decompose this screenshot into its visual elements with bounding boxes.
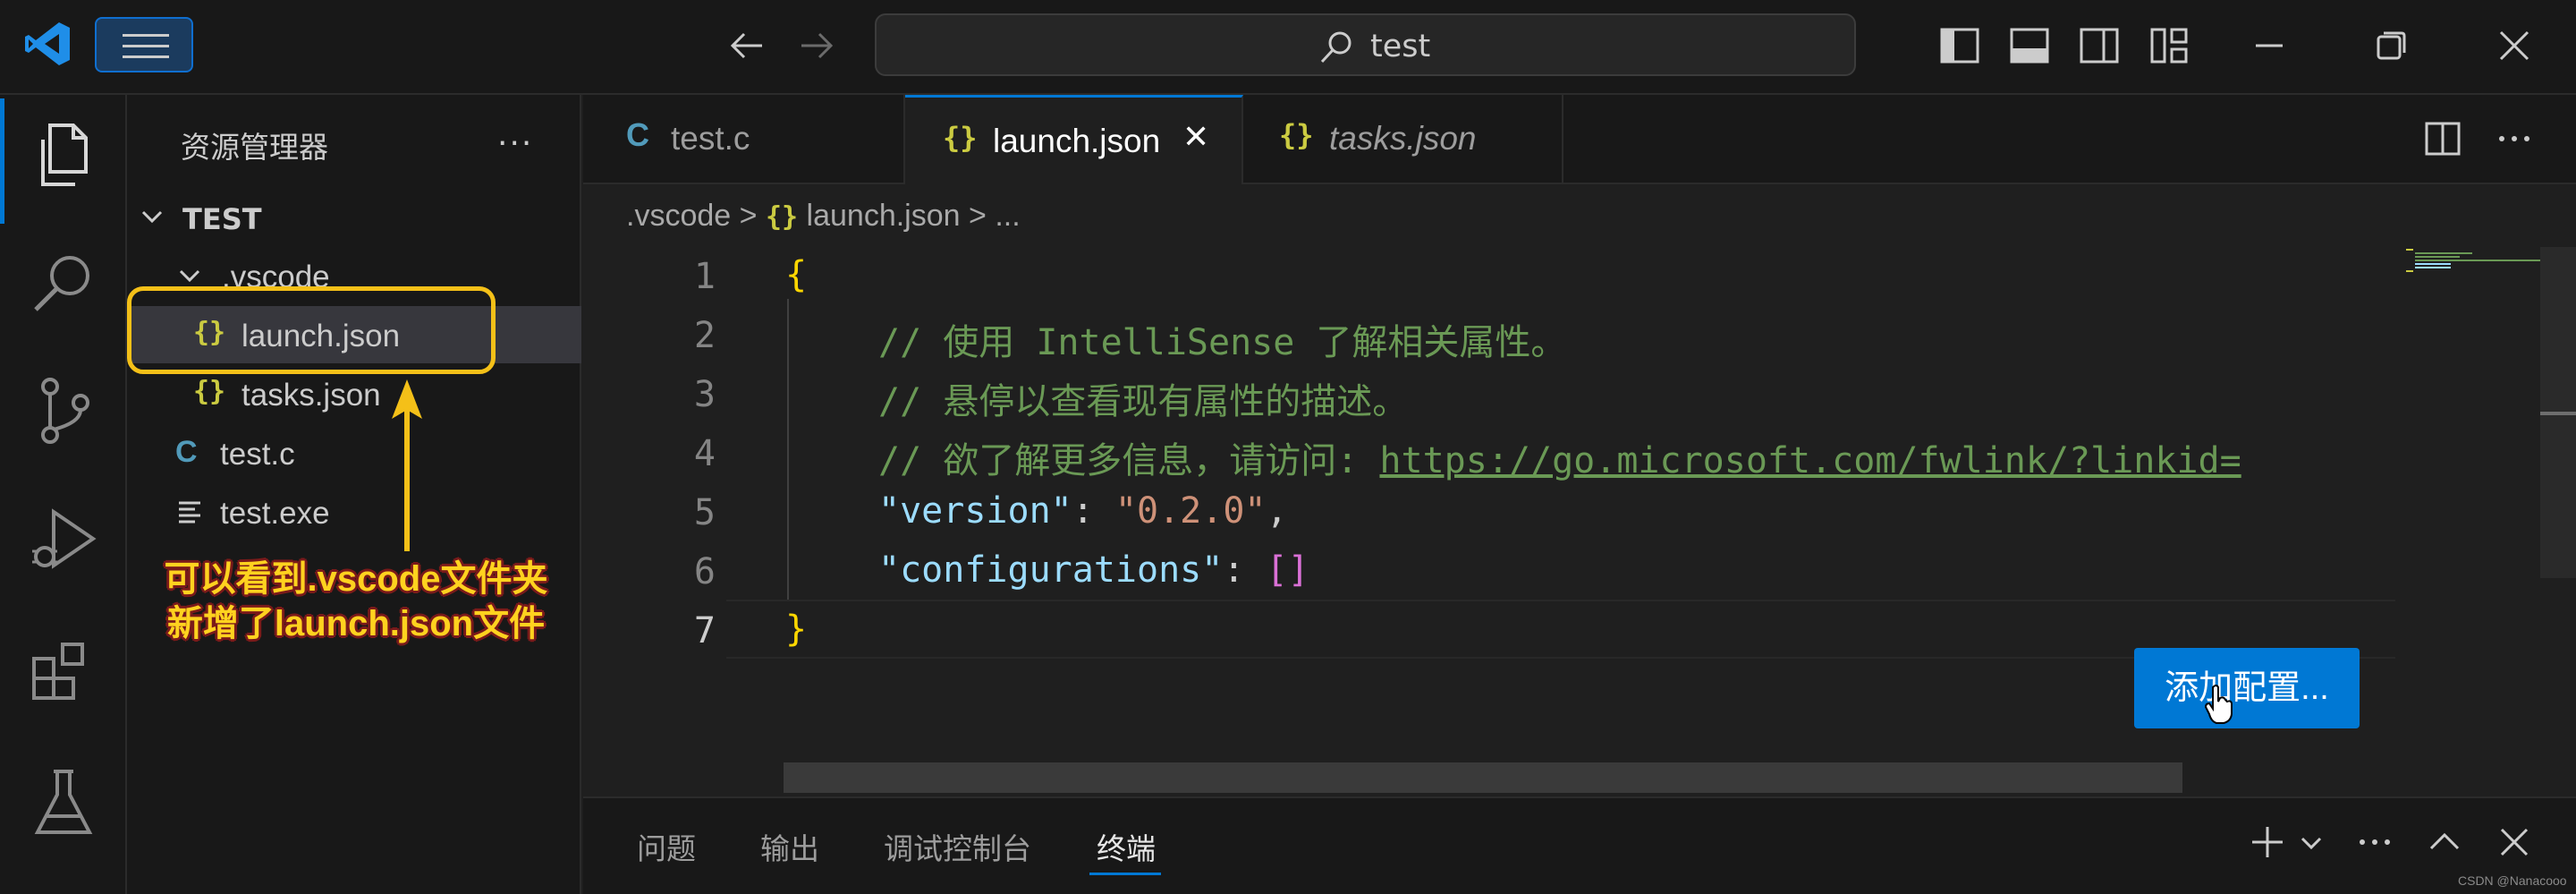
tab-launch-json[interactable]: {} launch.json ✕ (905, 95, 1243, 184)
toggle-primary-sidebar-icon[interactable] (1939, 25, 1980, 66)
panel-tab-debug-console[interactable]: 调试控制台 (884, 825, 1031, 868)
line-number: 5 (693, 492, 716, 533)
json-file-icon: {} (765, 201, 799, 233)
tree-item-test-exe[interactable]: test.exe (220, 496, 330, 532)
annotation-line-1: 可以看到.vscode文件夹 (164, 559, 548, 599)
indent-guide (787, 299, 789, 600)
code-link: https://go.microsoft.com/fwlink/?linkid= (1379, 440, 2241, 481)
file-lines-icon (177, 499, 202, 524)
c-file-icon: C (175, 435, 198, 469)
scrollbar-cursor-marker (2540, 412, 2576, 415)
menu-button[interactable] (95, 17, 193, 72)
tab-label: launch.json (993, 123, 1161, 159)
json-file-icon: {} (193, 376, 226, 407)
explorer-title: 资源管理器 (181, 130, 328, 165)
active-panel-tab-indicator (1089, 873, 1161, 875)
search-icon (1320, 31, 1352, 64)
toggle-panel-icon[interactable] (2009, 25, 2050, 66)
toggle-secondary-sidebar-icon[interactable] (2079, 25, 2120, 66)
tree-item-tasks-json[interactable]: tasks.json (242, 378, 381, 413)
extensions-icon[interactable] (23, 632, 104, 712)
json-file-icon: {} (1279, 118, 1314, 152)
chevron-down-icon[interactable] (2299, 830, 2324, 856)
customize-layout-icon[interactable] (2148, 25, 2190, 66)
new-terminal-icon[interactable] (2249, 823, 2286, 861)
json-file-icon: {} (943, 121, 978, 155)
code-line-7[interactable]: } (785, 609, 807, 650)
command-center-search[interactable]: test (875, 13, 1856, 76)
breadcrumb-file[interactable]: launch.json (807, 199, 961, 233)
annotation-highlight-box (127, 286, 496, 374)
tab-test-c[interactable]: C test.c (583, 95, 905, 184)
panel-tab-output[interactable]: 输出 (760, 825, 819, 868)
watermark: CSDN @Nanacooo (2458, 873, 2567, 888)
chevron-down-icon[interactable] (140, 204, 165, 229)
testing-icon[interactable] (23, 764, 104, 845)
line-number: 7 (693, 610, 716, 651)
tree-item-test-c[interactable]: test.c (220, 437, 295, 473)
split-editor-icon[interactable] (2424, 120, 2462, 158)
panel-tab-terminal[interactable]: 终端 (1097, 825, 1156, 868)
code-line-4[interactable]: // 欲了解更多信息，请访问: https://go.microsoft.com… (878, 431, 2399, 483)
workspace-folder[interactable]: TEST (182, 202, 262, 236)
close-window-button[interactable] (2494, 25, 2535, 66)
line-number: 2 (693, 315, 716, 356)
explorer-icon[interactable] (23, 116, 104, 197)
panel-tab-problems[interactable]: 问题 (637, 825, 696, 868)
code-line-5[interactable]: "version": "0.2.0", (878, 490, 1288, 532)
breadcrumb-symbol[interactable]: ... (995, 199, 1020, 233)
line-number: 1 (693, 256, 716, 297)
breadcrumb-folder[interactable]: .vscode (626, 199, 731, 233)
close-panel-icon[interactable] (2496, 823, 2533, 861)
more-actions-icon[interactable] (2496, 120, 2533, 158)
search-view-icon[interactable] (23, 245, 104, 326)
active-view-indicator (0, 98, 4, 224)
more-actions-icon[interactable] (2356, 823, 2394, 861)
chevron-down-icon[interactable] (177, 263, 202, 288)
minimize-button[interactable] (2249, 25, 2290, 66)
restore-button[interactable] (2370, 25, 2411, 66)
run-debug-icon[interactable] (23, 501, 104, 582)
code-line-6[interactable]: "configurations": [] (878, 549, 1309, 591)
code-line-1[interactable]: { (785, 254, 807, 295)
breadcrumb: .vscode > {} launch.json > ... (626, 199, 1021, 234)
tab-label: test.c (671, 120, 750, 157)
breadcrumb-separator: > (969, 199, 987, 233)
line-number: 4 (693, 433, 716, 474)
more-actions-icon[interactable]: ··· (497, 125, 533, 162)
annotation-line-2: 新增了launch.json文件 (166, 604, 546, 643)
add-configuration-button[interactable]: 添加配置... (2134, 648, 2360, 728)
vscode-logo-icon (23, 20, 72, 68)
back-arrow-icon[interactable] (726, 25, 767, 66)
horizontal-scrollbar[interactable] (784, 762, 2182, 793)
c-file-icon: C (626, 116, 649, 153)
forward-arrow-icon[interactable] (796, 25, 837, 66)
hand-cursor-icon (2204, 684, 2234, 725)
code-line-2[interactable]: // 使用 IntelliSense 了解相关属性。 (878, 313, 1566, 365)
search-text: test (1370, 29, 1431, 64)
tab-tasks-json[interactable]: {} tasks.json (1243, 95, 1563, 184)
code-line-3[interactable]: // 悬停以查看现有属性的描述。 (878, 372, 1408, 424)
annotation-arrow-icon (376, 376, 438, 555)
line-number: 6 (693, 551, 716, 592)
hamburger-icon (123, 34, 169, 58)
line-number: 3 (693, 374, 716, 415)
annotation-caption: 可以看到.vscode文件夹 新增了launch.json文件 (132, 557, 580, 646)
close-tab-icon[interactable]: ✕ (1182, 119, 1209, 156)
source-control-icon[interactable] (23, 370, 104, 451)
tab-label: tasks.json (1329, 120, 1477, 157)
maximize-panel-icon[interactable] (2426, 823, 2463, 861)
breadcrumb-separator: > (739, 199, 758, 233)
